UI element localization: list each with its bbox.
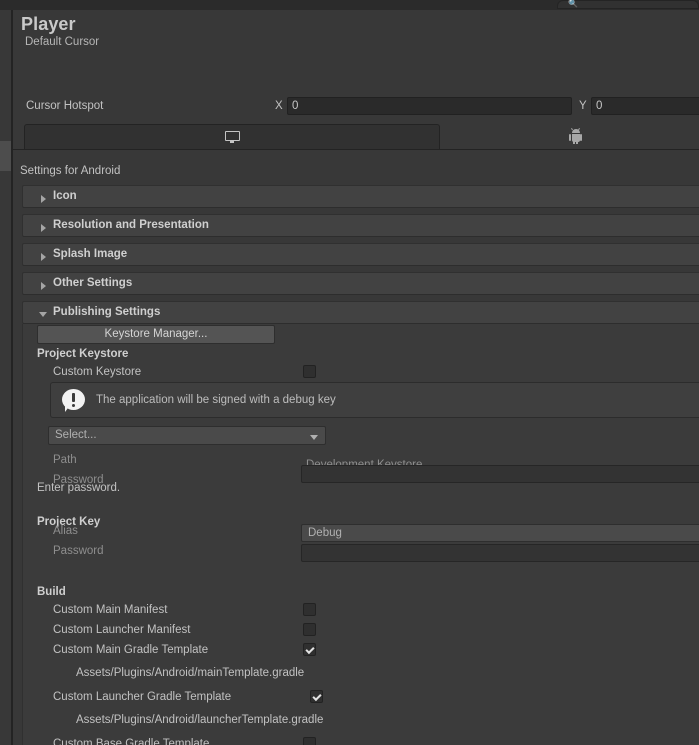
vertical-scrollbar-track[interactable]	[0, 10, 11, 745]
custom-launcher-manifest-label: Custom Launcher Manifest	[53, 624, 191, 636]
foldout-label: Splash Image	[53, 248, 128, 260]
debug-key-info-box: The application will be signed with a de…	[50, 382, 699, 418]
project-keystore-header: Project Keystore	[37, 348, 129, 360]
chevron-right-icon	[41, 282, 46, 290]
custom-launcher-gradle-template-path: Assets/Plugins/Android/launcherTemplate.…	[76, 714, 324, 726]
custom-main-gradle-template-checkbox[interactable]	[303, 643, 316, 656]
foldout-publishing-settings[interactable]: Publishing Settings	[22, 301, 699, 324]
key-alias-dropdown[interactable]: Debug	[301, 524, 699, 542]
foldout-splash-image[interactable]: Splash Image	[22, 243, 699, 266]
custom-main-manifest-checkbox[interactable]	[303, 603, 316, 616]
search-field-partial[interactable]	[557, 0, 699, 9]
cursor-hotspot-row: Cursor Hotspot X 0 Y 0	[13, 96, 699, 118]
foldout-icon[interactable]: Icon	[22, 185, 699, 208]
keystore-manager-button[interactable]: Keystore Manager...	[37, 325, 275, 344]
player-settings-panel: Player Default Cursor Cursor Hotspot X 0…	[0, 10, 699, 745]
custom-main-manifest-label: Custom Main Manifest	[53, 604, 168, 616]
build-header: Build	[37, 586, 66, 598]
foldout-resolution-and-presentation[interactable]: Resolution and Presentation	[22, 214, 699, 237]
password-hint: Enter password.	[37, 482, 121, 494]
settings-for-label: Settings for Android	[20, 165, 121, 177]
search-icon: 🔍	[568, 0, 578, 8]
foldout-label: Other Settings	[53, 277, 133, 289]
publishing-settings-body: Keystore Manager... Project Keystore Cus…	[22, 324, 699, 745]
foldout-other-settings[interactable]: Other Settings	[22, 272, 699, 295]
tab-bar-baseline	[11, 149, 699, 150]
custom-keystore-label: Custom Keystore	[53, 366, 142, 378]
page-subtitle: Default Cursor	[25, 36, 100, 48]
android-robot-icon	[569, 128, 582, 144]
tab-android[interactable]	[441, 124, 699, 149]
custom-launcher-gradle-template-label: Custom Launcher Gradle Template	[53, 691, 232, 703]
custom-base-gradle-template-label: Custom Base Gradle Template	[53, 738, 210, 745]
page-title: Player	[21, 14, 76, 34]
cursor-hotspot-x-label: X	[275, 100, 283, 112]
key-alias-value: Debug	[308, 527, 342, 539]
cursor-hotspot-label: Cursor Hotspot	[26, 100, 104, 112]
monitor-icon	[224, 130, 240, 144]
chevron-right-icon	[41, 224, 46, 232]
custom-base-gradle-template-checkbox[interactable]	[303, 737, 316, 745]
cursor-hotspot-y-input[interactable]: 0	[591, 97, 699, 115]
custom-main-gradle-template-label: Custom Main Gradle Template	[53, 644, 209, 656]
custom-main-gradle-template-path: Assets/Plugins/Android/mainTemplate.grad…	[76, 667, 305, 679]
key-password-input[interactable]	[301, 544, 699, 562]
keystore-path-label: Path	[53, 454, 77, 466]
chevron-down-icon	[310, 435, 318, 440]
keystore-select-dropdown[interactable]: Select...	[48, 426, 326, 445]
key-alias-label: Alias	[53, 525, 78, 537]
key-password-label: Password	[53, 545, 104, 557]
foldout-label: Publishing Settings	[53, 306, 161, 318]
keystore-password-input[interactable]	[301, 465, 699, 483]
debug-key-info-text: The application will be signed with a de…	[96, 394, 336, 406]
foldout-label: Resolution and Presentation	[53, 219, 209, 231]
custom-launcher-gradle-template-checkbox[interactable]	[310, 690, 323, 703]
chevron-right-icon	[41, 253, 46, 261]
keystore-select-value: Select...	[55, 429, 97, 441]
warning-bubble-icon	[62, 389, 85, 412]
custom-launcher-manifest-checkbox[interactable]	[303, 623, 316, 636]
platform-tab-bar	[24, 124, 699, 150]
cursor-hotspot-y-label: Y	[579, 100, 587, 112]
chevron-down-icon	[39, 312, 47, 317]
foldout-label: Icon	[53, 190, 77, 202]
tab-desktop[interactable]	[24, 124, 440, 149]
vertical-scrollbar-thumb[interactable]	[0, 141, 11, 171]
cursor-hotspot-x-input[interactable]: 0	[287, 97, 572, 115]
chevron-right-icon	[41, 195, 46, 203]
custom-keystore-checkbox[interactable]	[303, 365, 316, 378]
